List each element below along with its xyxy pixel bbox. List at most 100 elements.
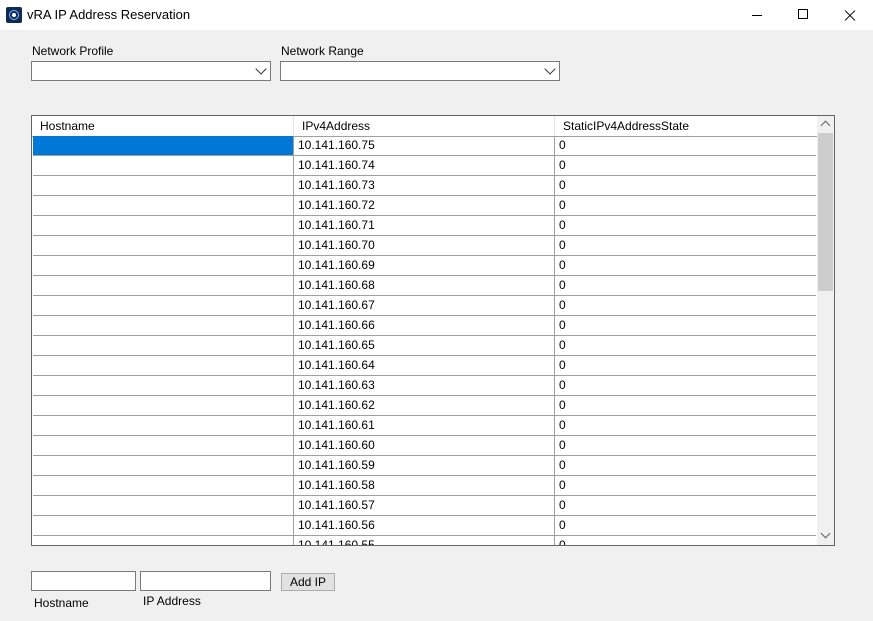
cell-ipv4address[interactable]: 10.141.160.64 [294,356,555,375]
cell-state[interactable]: 0 [555,296,816,315]
scroll-thumb[interactable] [818,133,833,291]
network-profile-dropdown[interactable] [31,61,271,81]
cell-hostname[interactable] [33,276,294,295]
cell-hostname[interactable] [33,156,294,175]
table-row[interactable]: 10.141.160.61 0 [33,416,816,436]
cell-ipv4address[interactable]: 10.141.160.60 [294,436,555,455]
cell-state[interactable]: 0 [555,416,816,435]
cell-ipv4address[interactable]: 10.141.160.57 [294,496,555,515]
table-row[interactable]: 10.141.160.66 0 [33,316,816,336]
cell-hostname[interactable] [33,376,294,395]
cell-state[interactable]: 0 [555,476,816,495]
cell-hostname[interactable] [33,176,294,195]
cell-state[interactable]: 0 [555,236,816,255]
cell-hostname[interactable] [33,416,294,435]
cell-hostname[interactable] [33,396,294,415]
cell-ipv4address[interactable]: 10.141.160.67 [294,296,555,315]
cell-ipv4address[interactable]: 10.141.160.75 [294,136,555,155]
cell-ipv4address[interactable]: 10.141.160.71 [294,216,555,235]
cell-hostname[interactable] [33,136,294,155]
cell-ipv4address[interactable]: 10.141.160.72 [294,196,555,215]
cell-state[interactable]: 0 [555,336,816,355]
cell-state[interactable]: 0 [555,176,816,195]
close-button[interactable] [826,0,872,30]
ip-address-grid[interactable]: Hostname IPv4Address StaticIPv4AddressSt… [31,115,835,546]
cell-ipv4address[interactable]: 10.141.160.66 [294,316,555,335]
cell-state[interactable]: 0 [555,256,816,275]
column-header-hostname[interactable]: Hostname [32,116,294,136]
cell-state[interactable]: 0 [555,196,816,215]
cell-state[interactable]: 0 [555,216,816,235]
table-row[interactable]: 10.141.160.71 0 [33,216,816,236]
table-row[interactable]: 10.141.160.59 0 [33,456,816,476]
table-row[interactable]: 10.141.160.69 0 [33,256,816,276]
cell-hostname[interactable] [33,436,294,455]
cell-ipv4address[interactable]: 10.141.160.59 [294,456,555,475]
cell-hostname[interactable] [33,516,294,535]
cell-ipv4address[interactable]: 10.141.160.74 [294,156,555,175]
cell-state[interactable]: 0 [555,376,816,395]
cell-hostname[interactable] [33,216,294,235]
hostname-input[interactable] [31,571,136,591]
cell-hostname[interactable] [33,336,294,355]
scroll-up-icon[interactable] [820,120,831,131]
cell-hostname[interactable] [33,196,294,215]
cell-state[interactable]: 0 [555,276,816,295]
cell-ipv4address[interactable]: 10.141.160.63 [294,376,555,395]
table-row[interactable]: 10.141.160.68 0 [33,276,816,296]
cell-state[interactable]: 0 [555,456,816,475]
cell-state[interactable]: 0 [555,496,816,515]
column-header-ipv4address[interactable]: IPv4Address [294,116,555,136]
cell-state[interactable]: 0 [555,436,816,455]
cell-state[interactable]: 0 [555,156,816,175]
ip-address-input[interactable] [140,571,271,591]
table-row[interactable]: 10.141.160.72 0 [33,196,816,216]
table-row[interactable]: 10.141.160.55 0 [33,536,816,545]
cell-ipv4address[interactable]: 10.141.160.69 [294,256,555,275]
column-header-state[interactable]: StaticIPv4AddressState [555,116,817,136]
cell-ipv4address[interactable]: 10.141.160.56 [294,516,555,535]
cell-hostname[interactable] [33,256,294,275]
cell-state[interactable]: 0 [555,516,816,535]
minimize-button[interactable] [734,0,780,30]
cell-ipv4address[interactable]: 10.141.160.58 [294,476,555,495]
cell-state[interactable]: 0 [555,316,816,335]
cell-ipv4address[interactable]: 10.141.160.68 [294,276,555,295]
cell-hostname[interactable] [33,476,294,495]
scroll-down-icon[interactable] [820,528,831,539]
table-row[interactable]: 10.141.160.74 0 [33,156,816,176]
cell-hostname[interactable] [33,536,294,545]
table-row[interactable]: 10.141.160.75 0 [33,136,816,156]
maximize-button[interactable] [780,0,826,30]
table-row[interactable]: 10.141.160.58 0 [33,476,816,496]
cell-hostname[interactable] [33,296,294,315]
table-row[interactable]: 10.141.160.60 0 [33,436,816,456]
table-row[interactable]: 10.141.160.67 0 [33,296,816,316]
cell-hostname[interactable] [33,456,294,475]
cell-state[interactable]: 0 [555,136,816,155]
cell-ipv4address[interactable]: 10.141.160.70 [294,236,555,255]
vertical-scrollbar[interactable] [817,116,834,545]
cell-ipv4address[interactable]: 10.141.160.55 [294,536,555,545]
cell-hostname[interactable] [33,356,294,375]
cell-ipv4address[interactable]: 10.141.160.73 [294,176,555,195]
cell-state[interactable]: 0 [555,396,816,415]
add-ip-button[interactable]: Add IP [281,573,335,591]
cell-ipv4address[interactable]: 10.141.160.62 [294,396,555,415]
table-row[interactable]: 10.141.160.73 0 [33,176,816,196]
table-row[interactable]: 10.141.160.63 0 [33,376,816,396]
table-row[interactable]: 10.141.160.56 0 [33,516,816,536]
table-row[interactable]: 10.141.160.62 0 [33,396,816,416]
table-row[interactable]: 10.141.160.64 0 [33,356,816,376]
table-row[interactable]: 10.141.160.70 0 [33,236,816,256]
cell-hostname[interactable] [33,496,294,515]
table-row[interactable]: 10.141.160.57 0 [33,496,816,516]
cell-hostname[interactable] [33,316,294,335]
cell-hostname[interactable] [33,236,294,255]
table-row[interactable]: 10.141.160.65 0 [33,336,816,356]
cell-state[interactable]: 0 [555,536,816,545]
cell-ipv4address[interactable]: 10.141.160.61 [294,416,555,435]
cell-state[interactable]: 0 [555,356,816,375]
cell-ipv4address[interactable]: 10.141.160.65 [294,336,555,355]
network-range-dropdown[interactable] [280,61,560,81]
